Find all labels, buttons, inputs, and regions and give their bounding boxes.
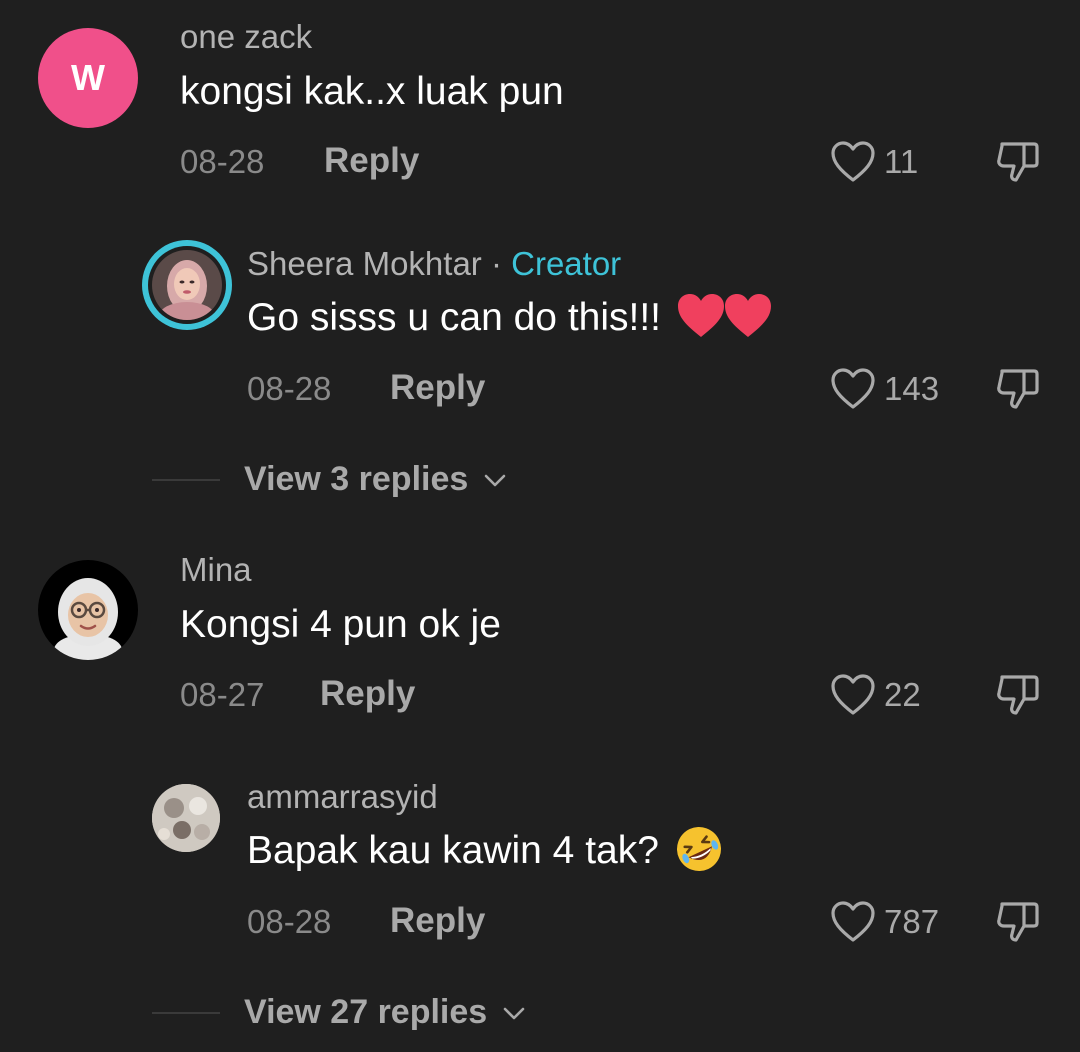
- username[interactable]: Sheera Mokhtar: [247, 245, 482, 282]
- like-button[interactable]: 787: [830, 900, 939, 944]
- username[interactable]: Mina: [180, 551, 252, 589]
- memoji-avatar-icon: [54, 578, 122, 660]
- avatar[interactable]: [152, 784, 220, 852]
- avatar[interactable]: [38, 560, 138, 660]
- dislike-icon[interactable]: [994, 898, 1042, 946]
- dislike-icon[interactable]: [994, 138, 1042, 186]
- reply-button[interactable]: Reply: [390, 901, 485, 941]
- photo-collage-icon: [152, 784, 220, 852]
- person-portrait-icon: [152, 250, 222, 320]
- avatar-photo: [148, 246, 226, 324]
- heart-icon: [831, 901, 875, 942]
- like-count: 22: [884, 676, 921, 713]
- avatar[interactable]: [142, 240, 232, 330]
- comment-text: Kongsi 4 pun ok je: [180, 603, 501, 646]
- view-replies-button[interactable]: View 27 replies: [152, 993, 527, 1032]
- avatar[interactable]: W: [38, 28, 138, 128]
- chevron-down-icon: [484, 474, 506, 486]
- comment-text: Bapak kau kawin 4 tak?: [247, 829, 659, 872]
- divider: [152, 1011, 220, 1014]
- avatar-letter: W: [71, 57, 105, 98]
- rolling-laughing-emoji-icon: [676, 826, 721, 871]
- comment-date: 08-28: [247, 903, 332, 940]
- like-button[interactable]: 143: [830, 367, 939, 411]
- comment-date: 08-28: [247, 370, 332, 407]
- reply-button[interactable]: Reply: [320, 674, 415, 714]
- chevron-down-icon: [503, 1007, 525, 1019]
- heart-icon: [831, 368, 875, 409]
- dislike-icon[interactable]: [994, 365, 1042, 413]
- like-count: 143: [884, 370, 940, 407]
- heart-icon: [831, 141, 875, 182]
- separator: ·: [481, 245, 512, 282]
- comment-date: 08-27: [180, 676, 265, 713]
- like-button[interactable]: 22: [830, 673, 921, 717]
- heart-icon: [831, 674, 875, 715]
- username[interactable]: ammarrasyid: [247, 778, 438, 816]
- comment-text-line: Bapak kau kawin 4 tak?: [247, 826, 724, 874]
- like-count: 787: [884, 903, 940, 940]
- comment-text: kongsi kak..x luak pun: [180, 70, 564, 113]
- like-count: 11: [884, 143, 919, 180]
- comment-text-line: Go sisss u can do this!!!: [247, 293, 774, 341]
- like-button[interactable]: 11: [830, 140, 918, 184]
- two-hearts-emoji-icon: [677, 293, 771, 337]
- username-line: Sheera Mokhtar · Creator: [247, 245, 621, 283]
- dislike-icon[interactable]: [994, 671, 1042, 719]
- divider: [152, 478, 220, 481]
- comment-date: 08-28: [180, 143, 265, 180]
- creator-badge: Creator: [511, 245, 622, 282]
- view-replies-button[interactable]: View 3 replies: [152, 460, 508, 499]
- view-replies-label: View 27 replies: [244, 993, 488, 1031]
- view-replies-label: View 3 replies: [244, 460, 469, 498]
- reply-button[interactable]: Reply: [324, 141, 419, 181]
- username[interactable]: one zack: [180, 18, 312, 56]
- reply-button[interactable]: Reply: [390, 368, 485, 408]
- comment-text: Go sisss u can do this!!!: [247, 296, 662, 339]
